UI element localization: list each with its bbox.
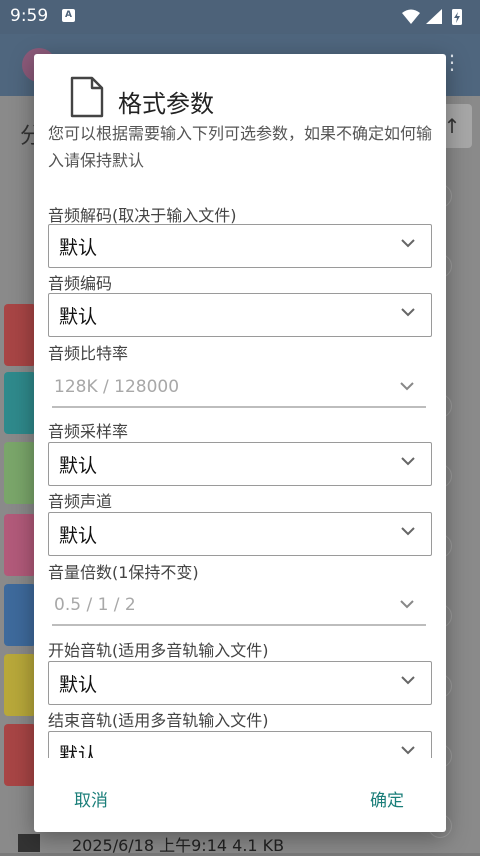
field-label-audio-encoder: 音频编码 [48,274,113,293]
wifi-signal-battery-icon [402,9,462,25]
chevron-down-icon[interactable] [400,382,414,391]
file-thumbnail [4,304,36,366]
file-thumbnail [4,654,36,716]
field-label-sample-rate: 音频采样率 [48,422,129,441]
params-form[interactable]: 音频解码(取决于输入文件) 默认 音频编码 默认 音频比特率 128K / 12… [34,196,446,758]
select-value: 默认 [59,674,98,696]
select-value: 默认 [59,306,98,328]
file-thumbnail [4,514,36,576]
chevron-down-icon [401,676,415,685]
input-placeholder: 128K / 128000 [54,377,180,397]
chevron-down-icon[interactable] [400,600,414,609]
file-meta: 2025/6/18 上午9:14 4.1 KB [72,836,285,855]
file-thumbnail [4,442,36,504]
cancel-button[interactable]: 取消 [68,782,114,815]
volume-input[interactable]: 0.5 / 1 / 2 [52,586,426,626]
confirm-button[interactable]: 确定 [364,782,410,815]
status-bar: 9:59 A [0,0,480,34]
field-label-channels: 音频声道 [48,492,113,511]
audio-decoder-select[interactable]: 默认 [48,224,432,268]
chevron-down-icon [401,308,415,317]
select-value: 默认 [59,744,98,758]
dialog-title: 格式参数 [118,90,214,118]
format-params-dialog: 格式参数 您可以根据需要输入下列可选参数，如果不确定如何输入请保持默认 音频解码… [34,54,446,832]
end-track-select[interactable]: 默认 [48,731,432,758]
file-thumbnail [4,372,36,434]
dialog-actions: 取消 确定 [34,766,446,826]
chevron-down-icon [401,457,415,466]
start-track-select[interactable]: 默认 [48,661,432,705]
file-thumbnail [4,724,36,786]
field-label-audio-bitrate: 音频比特率 [48,344,129,363]
chevron-down-icon [401,239,415,248]
channels-select[interactable]: 默认 [48,512,432,556]
input-placeholder: 0.5 / 1 / 2 [54,595,136,615]
field-label-volume: 音量倍数(1保持不变) [48,563,199,582]
dialog-description: 您可以根据需要输入下列可选参数，如果不确定如何输入请保持默认 [48,124,433,170]
file-thumbnail [4,584,36,646]
sample-rate-select[interactable]: 默认 [48,442,432,486]
status-icons [400,7,470,31]
cube-icon [18,834,40,852]
chevron-down-icon [401,746,415,755]
select-value: 默认 [59,237,98,259]
chevron-down-icon [401,527,415,536]
select-value: 默认 [59,455,98,477]
status-time: 9:59 [10,6,49,26]
select-value: 默认 [59,525,98,547]
field-label-start-track: 开始音轨(适用多音轨输入文件) [48,641,269,660]
audio-bitrate-input[interactable]: 128K / 128000 [52,368,426,408]
audio-encoder-select[interactable]: 默认 [48,293,432,337]
notification-icon: A [62,9,75,22]
field-label-end-track: 结束音轨(适用多音轨输入文件) [48,711,269,730]
document-icon [70,76,104,118]
field-label-audio-decoder: 音频解码(取决于输入文件) [48,206,237,225]
